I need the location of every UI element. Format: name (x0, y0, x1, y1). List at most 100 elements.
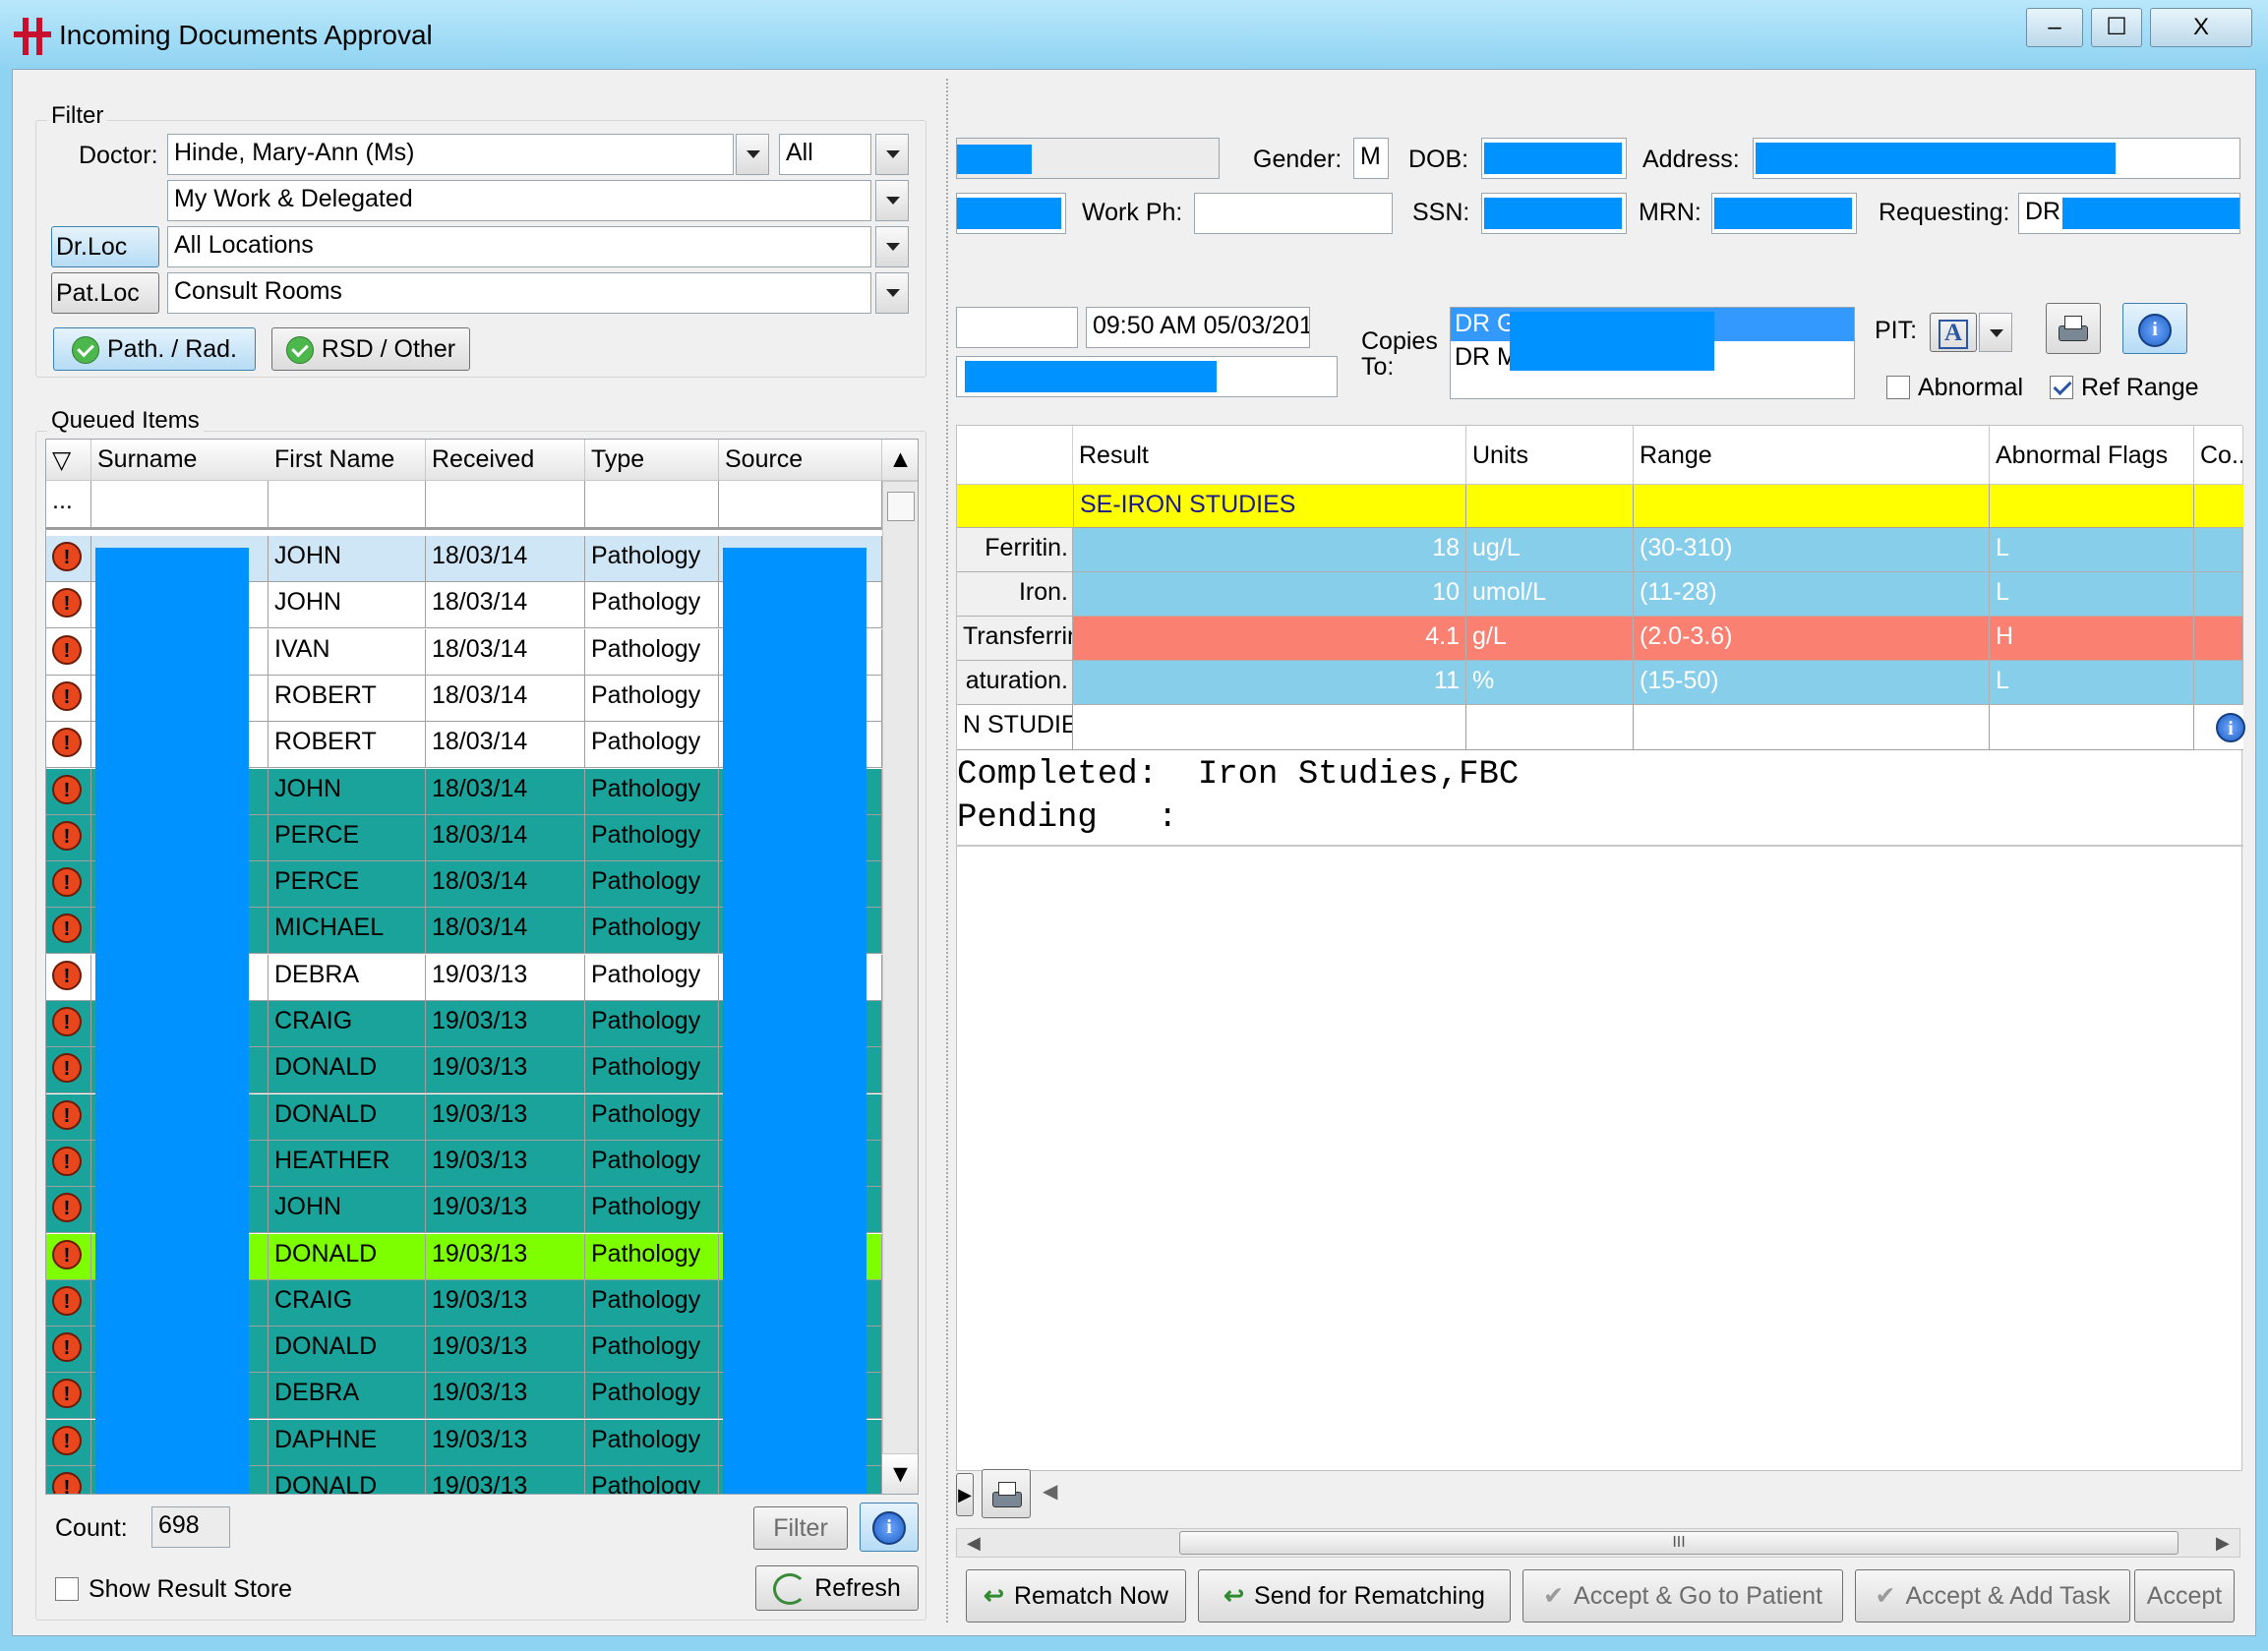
window-title-bar[interactable]: Incoming Documents Approval ‒ ☐ X (0, 0, 2268, 69)
col-comments[interactable]: Co.. (2194, 426, 2243, 485)
filter-row[interactable]: ... (46, 481, 882, 530)
send-for-rematching-label: Send for Rematching (1254, 1582, 1485, 1610)
alert-cell: ! (46, 1001, 91, 1047)
comment-cell (2194, 661, 2243, 705)
first-name-cell: ROBERT (269, 675, 426, 722)
scroll-up-icon[interactable]: ▲ (882, 440, 918, 481)
accept-button[interactable]: Accept (2134, 1569, 2235, 1622)
received-cell: 18/03/14 (426, 861, 585, 909)
dr-location-dropdown-icon[interactable] (875, 226, 909, 267)
copies-to-list[interactable]: DR G DR M (1450, 307, 1855, 399)
results-horizontal-scrollbar[interactable]: ◀ III ▶ (956, 1528, 2240, 1558)
abnormal-checkbox[interactable] (1886, 376, 1910, 399)
result-row[interactable]: Iron. 10 umol/L (11-28) L (957, 572, 2243, 617)
col-source[interactable]: Source (719, 440, 882, 481)
scroll-left-icon[interactable]: ◀ (967, 1533, 981, 1554)
ref-range-checkbox[interactable] (2050, 376, 2073, 399)
print-button[interactable] (2046, 303, 2101, 354)
comment-info-icon[interactable]: i (2216, 713, 2245, 742)
col-result[interactable]: Result (1073, 426, 1466, 485)
queue-vertical-scrollbar[interactable] (882, 481, 918, 1454)
section-footer-row[interactable]: N STUDIES i (957, 705, 2245, 750)
alert-icon: ! (52, 1285, 82, 1316)
first-name-cell: CRAIG (269, 1279, 426, 1327)
accept-go-to-patient-button[interactable]: ✔ Accept & Go to Patient (1522, 1569, 1843, 1622)
comment-cell (2194, 617, 2243, 661)
send-for-rematching-button[interactable]: ↩ Send for Rematching (1198, 1569, 1511, 1622)
refresh-button[interactable]: Refresh (755, 1565, 919, 1611)
col-abnormal-flags[interactable]: Abnormal Flags (1990, 426, 2194, 485)
dr-location-select[interactable]: All Locations (167, 226, 871, 267)
scroll-left-small-icon[interactable]: ◀ (1043, 1479, 1057, 1504)
alert-icon: ! (52, 728, 82, 758)
alert-cell: ! (46, 582, 91, 629)
doctor-scope-select[interactable]: All (779, 134, 871, 175)
alert-icon: ! (52, 774, 82, 804)
section-row[interactable]: SE-IRON STUDIES (957, 485, 2243, 528)
expand-arrow-icon[interactable]: ▶ (956, 1473, 974, 1516)
type-cell: Pathology (585, 722, 719, 769)
type-cell: Pathology (585, 1373, 719, 1420)
check-icon: ✔ (1875, 1582, 1896, 1610)
scroll-right-icon[interactable]: ▶ (2216, 1533, 2230, 1554)
col-first-name[interactable]: First Name (269, 440, 426, 481)
pit-button[interactable]: A (1930, 313, 1977, 352)
section-footer-name: N STUDIES (957, 705, 1073, 750)
doctor-dropdown-icon[interactable] (736, 134, 769, 175)
received-cell: 18/03/14 (426, 536, 585, 582)
results-print-button[interactable] (982, 1469, 1031, 1518)
filter-first-name-input[interactable] (269, 481, 426, 530)
col-received[interactable]: Received (426, 440, 585, 481)
dob-field (1481, 138, 1627, 179)
work-scope-select[interactable]: My Work & Delegated (167, 180, 871, 221)
path-rad-button[interactable]: Path. / Rad. (53, 327, 256, 371)
rsd-other-button[interactable]: RSD / Other (271, 327, 470, 371)
divider (957, 845, 2243, 847)
filter-type-input[interactable] (585, 481, 719, 530)
accept-add-task-button[interactable]: ✔ Accept & Add Task (1855, 1569, 2130, 1622)
filter-received-input[interactable] (426, 481, 585, 530)
scroll-thumb[interactable]: III (1179, 1531, 2178, 1555)
scroll-down-icon[interactable]: ▼ (882, 1454, 918, 1494)
panel-splitter[interactable] (946, 79, 952, 1622)
minimize-button[interactable]: ‒ (2026, 8, 2083, 47)
col-units[interactable]: Units (1466, 426, 1634, 485)
filter-surname-input[interactable] (91, 481, 269, 530)
close-button[interactable]: X (2150, 8, 2252, 47)
doctor-scope-dropdown-icon[interactable] (875, 134, 909, 175)
filter-source-input[interactable] (719, 481, 882, 530)
sort-icon[interactable]: ▽ (46, 440, 91, 481)
filter-button[interactable]: Filter (753, 1506, 848, 1550)
alert-cell: ! (46, 1093, 91, 1141)
first-name-cell: DONALD (269, 1093, 426, 1141)
result-row[interactable]: Transferrin 4.1 g/L (2.0-3.6) H (957, 617, 2243, 661)
received-cell: 18/03/14 (426, 628, 585, 676)
type-cell: Pathology (585, 908, 719, 955)
requesting-value: DR (2025, 198, 2061, 225)
alert-icon: ! (52, 1007, 82, 1036)
pit-dropdown-icon[interactable] (1979, 313, 2012, 352)
pat-location-select[interactable]: Consult Rooms (167, 272, 871, 314)
dr-loc-button[interactable]: Dr.Loc (51, 226, 159, 267)
work-scope-dropdown-icon[interactable] (875, 180, 909, 221)
queue-info-button[interactable]: i (860, 1503, 919, 1552)
col-type[interactable]: Type (585, 440, 719, 481)
col-range[interactable]: Range (1634, 426, 1990, 485)
pat-loc-button[interactable]: Pat.Loc (51, 272, 159, 314)
doctor-select[interactable]: Hinde, Mary-Ann (Ms) (167, 134, 734, 175)
result-row[interactable]: aturation. 11% (15-50) L (957, 661, 2243, 705)
check-icon: ✔ (1543, 1582, 1565, 1610)
first-name-cell: JOHN (269, 582, 426, 629)
received-cell: 19/03/13 (426, 1233, 585, 1280)
filter-row-selector[interactable]: ... (46, 481, 91, 530)
refresh-icon (773, 1573, 807, 1606)
footer-cell (1073, 705, 1466, 750)
scroll-thumb[interactable] (887, 492, 915, 521)
alert-icon: ! (52, 1472, 82, 1494)
result-row[interactable]: Ferritin. 18 ug/L (30-310) L (957, 528, 2243, 572)
rematch-now-button[interactable]: ↩ Rematch Now (966, 1569, 1186, 1622)
patient-info-button[interactable]: i (2122, 303, 2187, 354)
pat-location-dropdown-icon[interactable] (875, 272, 909, 314)
maximize-button[interactable]: ☐ (2091, 8, 2142, 47)
show-result-store-checkbox[interactable] (55, 1577, 79, 1601)
